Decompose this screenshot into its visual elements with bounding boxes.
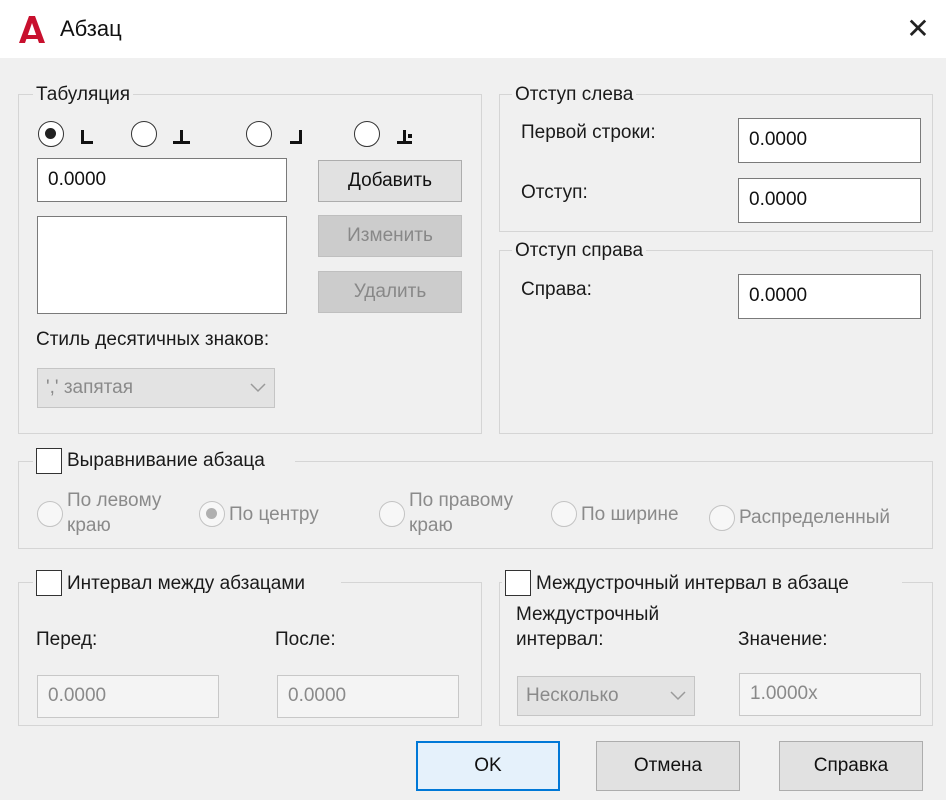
left-indent-legend: Отступ слева bbox=[512, 83, 637, 107]
autocad-logo-icon bbox=[19, 16, 45, 43]
hanging-label: Отступ: bbox=[521, 182, 588, 203]
line-spacing-value-label: Значение: bbox=[738, 629, 828, 650]
line-spacing-checkbox[interactable] bbox=[505, 570, 531, 596]
right-indent-legend: Отступ справа bbox=[512, 239, 647, 263]
align-right-label-1: По правому bbox=[409, 490, 514, 511]
radio-align-justify[interactable] bbox=[551, 501, 577, 527]
tab-position-input[interactable]: 0.0000 bbox=[37, 158, 287, 202]
line-spacing-type-label-1: Междустрочный bbox=[516, 604, 660, 625]
right-label: Справа: bbox=[521, 279, 592, 300]
hanging-input[interactable]: 0.0000 bbox=[738, 178, 921, 223]
alignment-legend: Выравнивание абзаца bbox=[67, 450, 265, 471]
tab-left-icon bbox=[81, 130, 93, 144]
align-left-label-1: По левому bbox=[67, 490, 162, 511]
paragraph-spacing-checkbox[interactable] bbox=[36, 570, 62, 596]
cancel-button[interactable]: Отмена bbox=[596, 741, 740, 791]
radio-tab-right[interactable] bbox=[246, 121, 272, 147]
tab-right-icon bbox=[290, 130, 302, 144]
first-line-input[interactable]: 0.0000 bbox=[738, 118, 921, 163]
radio-tab-center[interactable] bbox=[131, 121, 157, 147]
align-justify-label: По ширине bbox=[581, 504, 679, 525]
line-spacing-legend: Междустрочный интервал в абзаце bbox=[536, 573, 849, 594]
alignment-checkbox[interactable] bbox=[36, 448, 62, 474]
align-left-label-2: краю bbox=[67, 515, 111, 536]
chevron-down-icon bbox=[670, 691, 686, 701]
first-line-label: Первой строки: bbox=[521, 122, 656, 143]
tabs-group-legend: Табуляция bbox=[33, 83, 134, 107]
right-indent-input[interactable]: 0.0000 bbox=[738, 274, 921, 319]
modify-tab-button[interactable]: Изменить bbox=[318, 215, 462, 257]
decimal-style-label: Стиль десятичных знаков: bbox=[36, 329, 270, 350]
before-label: Перед: bbox=[36, 629, 98, 650]
align-distributed-label: Распределенный bbox=[739, 507, 891, 528]
decimal-style-value: ',' запятая bbox=[46, 377, 134, 398]
line-spacing-value-input[interactable]: 1.0000x bbox=[739, 673, 921, 716]
delete-tab-button[interactable]: Удалить bbox=[318, 271, 462, 313]
add-tab-button[interactable]: Добавить bbox=[318, 160, 462, 202]
close-icon[interactable]: ✕ bbox=[898, 12, 938, 46]
tab-stops-list[interactable] bbox=[37, 216, 287, 314]
ok-button[interactable]: OK bbox=[416, 741, 560, 791]
after-input[interactable]: 0.0000 bbox=[277, 675, 459, 718]
tab-decimal-icon bbox=[397, 130, 412, 144]
before-input[interactable]: 0.0000 bbox=[37, 675, 219, 718]
line-spacing-type-label-2: интервал: bbox=[516, 629, 604, 650]
after-label: После: bbox=[275, 629, 336, 650]
radio-align-distributed[interactable] bbox=[709, 505, 735, 531]
line-spacing-type-value: Несколько bbox=[526, 685, 619, 706]
line-spacing-type-select[interactable]: Несколько bbox=[517, 676, 695, 716]
decimal-style-select[interactable]: ',' запятая bbox=[37, 368, 275, 408]
chevron-down-icon bbox=[250, 383, 266, 393]
radio-tab-decimal[interactable] bbox=[354, 121, 380, 147]
align-right-label-2: краю bbox=[409, 515, 453, 536]
radio-align-center[interactable] bbox=[199, 501, 225, 527]
align-center-label: По центру bbox=[229, 504, 319, 525]
radio-align-right[interactable] bbox=[379, 501, 405, 527]
paragraph-spacing-legend: Интервал между абзацами bbox=[67, 573, 306, 594]
tab-center-icon bbox=[173, 130, 190, 144]
radio-align-left[interactable] bbox=[37, 501, 63, 527]
radio-tab-left[interactable] bbox=[38, 121, 64, 147]
help-button[interactable]: Справка bbox=[779, 741, 923, 791]
title-bar bbox=[0, 0, 946, 58]
window-title: Абзац bbox=[60, 16, 122, 41]
